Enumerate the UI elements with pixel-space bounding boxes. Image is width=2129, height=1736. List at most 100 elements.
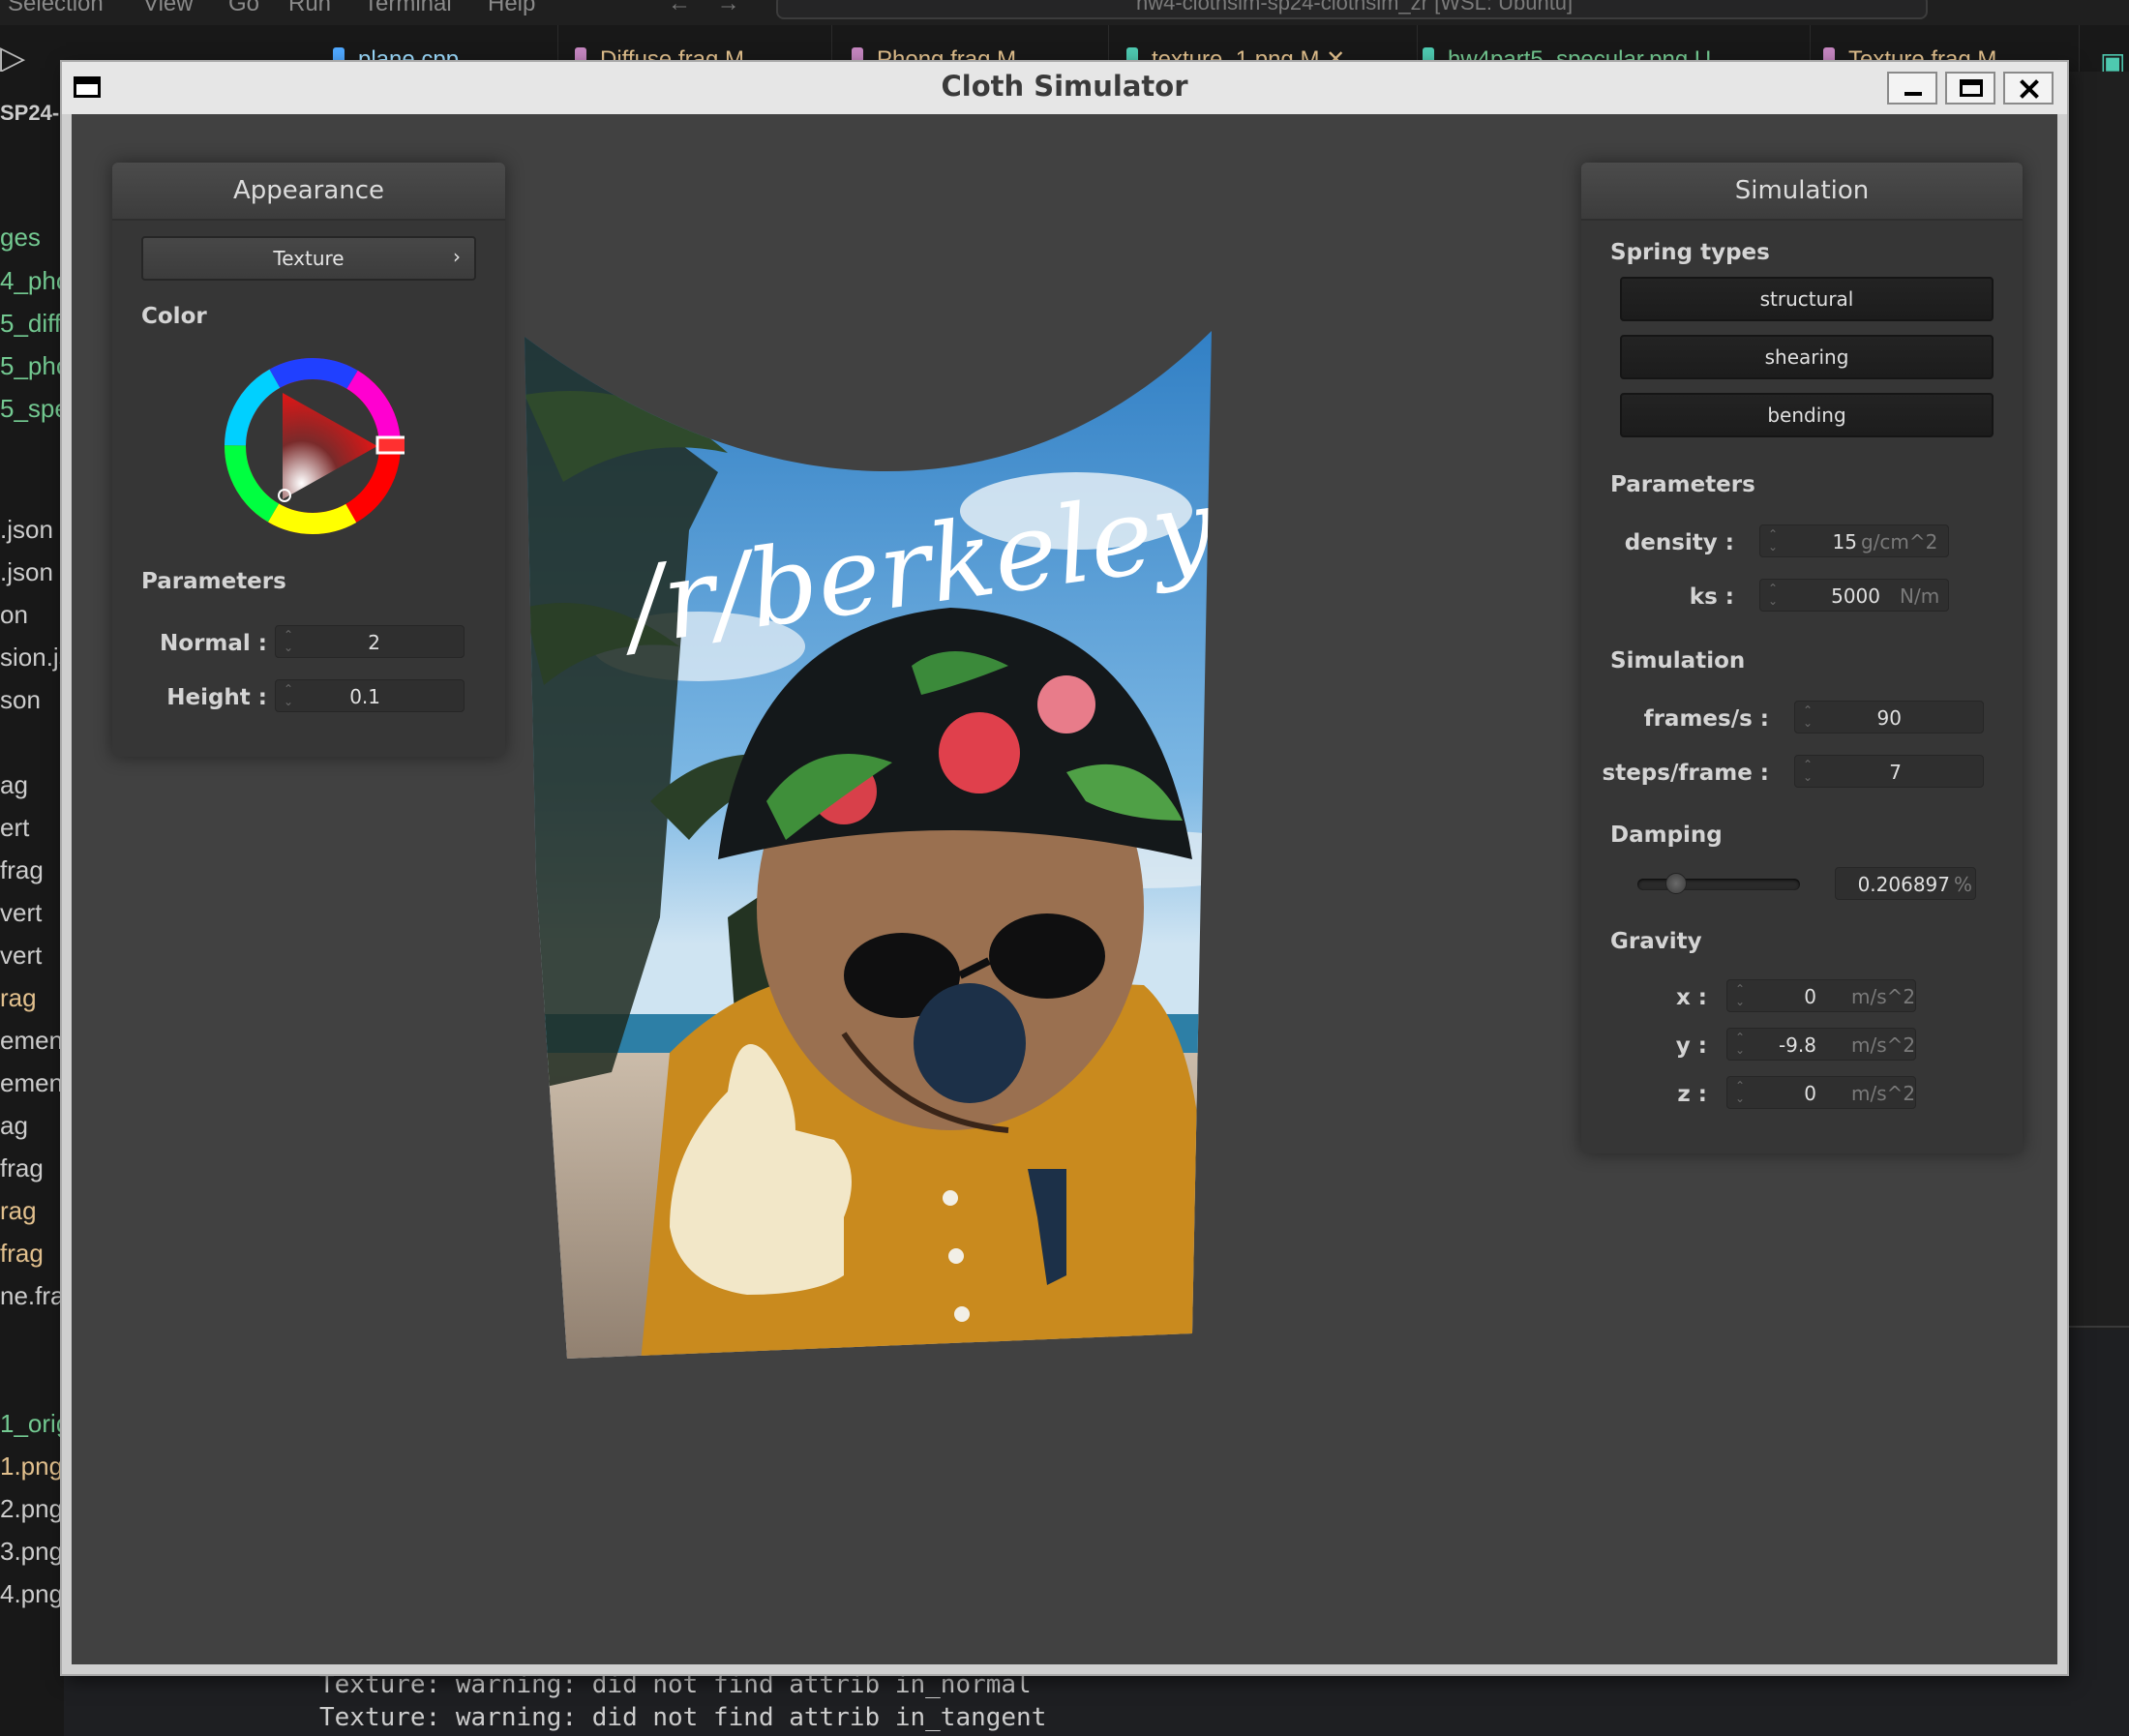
normal-value: 2: [368, 631, 380, 654]
fps-label: frames/s :: [1643, 706, 1769, 732]
menu-help[interactable]: Help: [488, 0, 535, 17]
explorer-item[interactable]: vert: [0, 898, 42, 928]
vscode-menubar: Selection View Go Run Terminal Help ← → …: [0, 0, 2129, 25]
terminal-line: Texture: warning: did not find attrib in…: [319, 1670, 1032, 1699]
gravity-x-label: x :: [1675, 985, 1707, 1010]
sunglasses-lens: [989, 913, 1105, 999]
explorer-item[interactable]: .json: [0, 557, 53, 587]
explorer-item[interactable]: vert: [0, 941, 42, 971]
explorer-item[interactable]: ement.: [0, 1026, 64, 1056]
gravity-x-input[interactable]: ⌃ ⌄ 0 m/s^2: [1726, 979, 1916, 1012]
menu-go[interactable]: Go: [228, 0, 259, 17]
explorer-root[interactable]: SP24-C: [0, 101, 64, 126]
fps-input[interactable]: ⌃ ⌄ 90: [1794, 701, 1984, 733]
explorer-item[interactable]: 5_pho: [0, 351, 64, 381]
hue-marker[interactable]: [375, 435, 405, 455]
ks-input[interactable]: ⌃ ⌄ 5000 N/m: [1759, 579, 1949, 612]
density-unit: g/cm^2: [1861, 530, 1938, 554]
command-center[interactable]: hw4-clothsim-sp24-clothsim_zr [WSL: Ubun…: [776, 0, 1928, 19]
gravity-label: Gravity: [1610, 929, 1702, 954]
steps-label: steps/frame :: [1602, 761, 1769, 786]
density-input[interactable]: ⌃ ⌄ 15 g/cm^2: [1759, 524, 1949, 557]
terminal-line: Texture: warning: did not find attrib in…: [319, 1703, 1047, 1732]
shirt-button: [943, 1190, 958, 1206]
mascot-nose: [914, 983, 1026, 1103]
gravity-z-label: z :: [1677, 1082, 1707, 1107]
nav-arrows-icon[interactable]: ← →: [668, 0, 740, 17]
editor-right-strip: [2065, 72, 2129, 1330]
command-center-label: hw4-clothsim-sp24-clothsim_zr [WSL: Ubun…: [1136, 0, 1574, 15]
menu-terminal[interactable]: Terminal: [364, 0, 452, 17]
rocks: [1202, 985, 1212, 1063]
explorer-item[interactable]: 4.png: [0, 1579, 63, 1609]
explorer-item[interactable]: frag: [0, 855, 44, 885]
shader-select-button[interactable]: Texture ›: [141, 236, 476, 281]
terminal-panel[interactable]: Texture: warning: did not find attrib in…: [281, 1668, 2129, 1736]
height-label: Height :: [166, 685, 267, 710]
normal-label: Normal :: [160, 631, 267, 656]
height-input[interactable]: ⌃ ⌄ 0.1: [275, 679, 465, 712]
simulation-panel-title[interactable]: Simulation: [1581, 163, 2023, 221]
minimize-button[interactable]: [1887, 72, 1937, 105]
explorer-item[interactable]: frag: [0, 1239, 44, 1269]
explorer-item[interactable]: ag: [0, 770, 28, 800]
ks-value: 5000: [1831, 584, 1880, 608]
gravity-y-input[interactable]: ⌃ ⌄ -9.8 m/s^2: [1726, 1028, 1916, 1061]
menu-view[interactable]: View: [143, 0, 194, 17]
normal-input[interactable]: ⌃ ⌄ 2: [275, 625, 465, 658]
explorer-item[interactable]: 4_pho: [0, 266, 64, 296]
height-value: 0.1: [349, 685, 380, 708]
panel-divider: [2065, 1326, 2129, 1328]
explorer-item[interactable]: 1_orig: [0, 1409, 64, 1439]
explorer-item[interactable]: ement.: [0, 1068, 64, 1098]
gravity-y-label: y :: [1675, 1033, 1707, 1059]
spring-types-label: Spring types: [1610, 240, 1770, 265]
explorer-item[interactable]: 1.png: [0, 1452, 63, 1482]
color-wheel[interactable]: [221, 354, 405, 538]
simulation-panel: Simulation Spring types structural shear…: [1581, 163, 2023, 1153]
explorer-item[interactable]: rag: [0, 983, 37, 1013]
gravity-x-value: 0: [1804, 985, 1816, 1008]
explorer-item[interactable]: sion.js: [0, 643, 64, 673]
appearance-panel: Appearance Texture › Color Parameters No…: [112, 163, 505, 757]
explorer-item[interactable]: 5_diff: [0, 309, 61, 339]
window-title: Cloth Simulator: [941, 70, 1188, 103]
menu-selection[interactable]: Selection: [8, 0, 104, 17]
explorer-item[interactable]: ne.fra: [0, 1281, 64, 1311]
bending-toggle[interactable]: bending: [1620, 393, 1994, 437]
explorer-item[interactable]: son: [0, 685, 41, 715]
damping-label: Damping: [1610, 823, 1723, 848]
explorer-item[interactable]: frag: [0, 1153, 44, 1183]
appearance-panel-title[interactable]: Appearance: [112, 163, 505, 221]
explorer-item[interactable]: on: [0, 600, 28, 630]
close-button[interactable]: [2003, 72, 2054, 105]
explorer-item[interactable]: ges: [0, 223, 41, 253]
gravity-y-unit: m/s^2: [1851, 1033, 1916, 1057]
gravity-y-value: -9.8: [1778, 1033, 1816, 1057]
window-titlebar[interactable]: Cloth Simulator: [62, 62, 2067, 114]
cloth-mesh[interactable]: /r/berkeley: [525, 317, 1492, 1362]
damping-slider-knob[interactable]: [1665, 873, 1687, 894]
explorer-item[interactable]: rag: [0, 1196, 37, 1226]
opengl-viewport[interactable]: /r/berkeley Appearance Texture › Color P…: [72, 114, 2057, 1664]
simulation-section-label: Simulation: [1610, 648, 1746, 673]
palm-leaves: [1376, 369, 1492, 511]
maximize-button[interactable]: [1945, 72, 1995, 105]
explorer-item[interactable]: .json: [0, 515, 53, 545]
damping-input[interactable]: 0.206897 %: [1835, 867, 1976, 900]
saturation-triangle[interactable]: [283, 393, 377, 499]
explorer-item[interactable]: 2.png: [0, 1494, 63, 1524]
explorer-item[interactable]: ag: [0, 1111, 28, 1141]
steps-input[interactable]: ⌃ ⌄ 7: [1794, 755, 1984, 788]
ks-unit: N/m: [1900, 584, 1940, 608]
explorer-item[interactable]: 3.png: [0, 1537, 63, 1567]
structural-toggle[interactable]: structural: [1620, 277, 1994, 321]
explorer-item[interactable]: 5_spe: [0, 394, 64, 424]
menu-run[interactable]: Run: [288, 0, 331, 17]
hibiscus-flower: [939, 712, 1020, 793]
gravity-z-value: 0: [1804, 1082, 1816, 1105]
damping-slider[interactable]: [1637, 873, 1800, 894]
explorer-item[interactable]: ert: [0, 813, 29, 843]
shearing-toggle[interactable]: shearing: [1620, 335, 1994, 379]
gravity-z-input[interactable]: ⌃ ⌄ 0 m/s^2: [1726, 1076, 1916, 1109]
